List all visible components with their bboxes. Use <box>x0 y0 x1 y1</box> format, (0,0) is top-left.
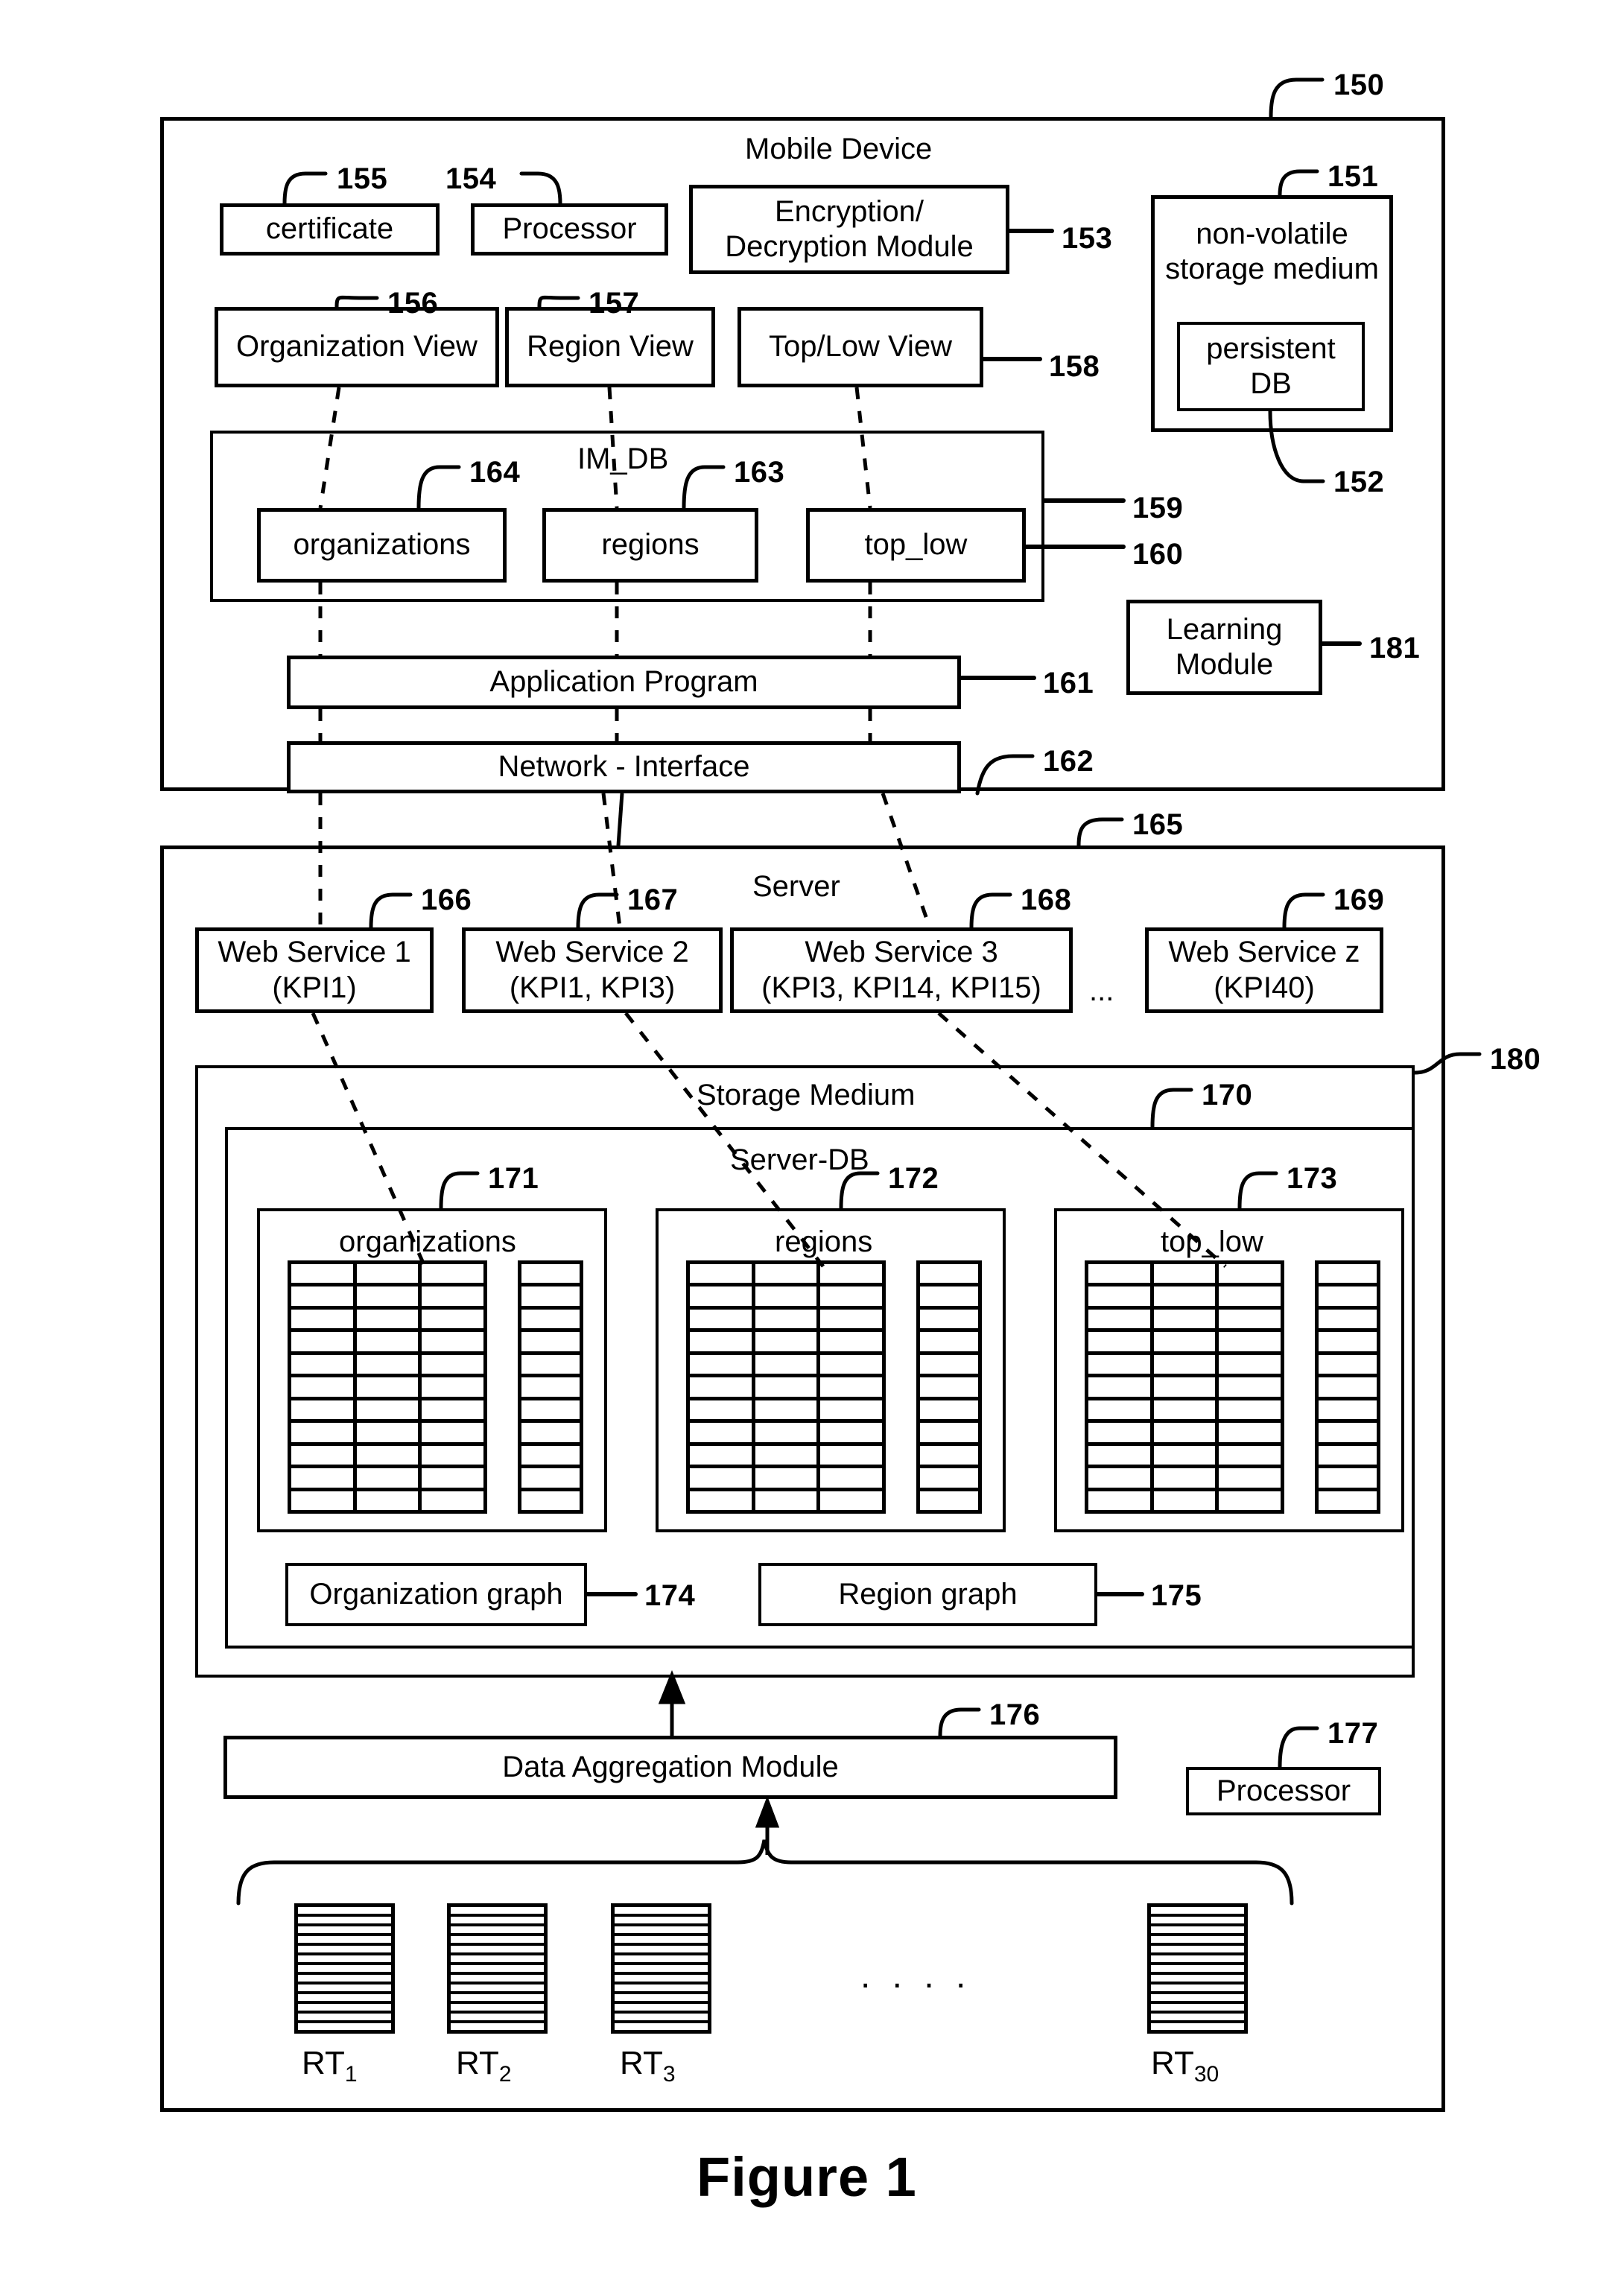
web-service-1-name: Web Service 1 <box>218 936 411 969</box>
rt-unit-2-label: RT2 <box>456 2045 512 2087</box>
ref-159: 159 <box>1132 492 1184 524</box>
ref-174: 174 <box>644 1579 696 1612</box>
ref-175: 175 <box>1151 1579 1202 1612</box>
web-services-ellipsis: ... <box>1089 974 1114 1007</box>
mobile-processor-box: Processor <box>471 203 668 256</box>
rt-unit-2 <box>447 1903 548 2034</box>
encryption-line-1: Encryption/ <box>774 194 924 228</box>
rt-unit-3-label: RT3 <box>620 2045 676 2087</box>
server-processor-box: Processor <box>1186 1767 1381 1815</box>
ref-164: 164 <box>469 456 521 489</box>
im-table-toplow: top_low <box>806 508 1026 583</box>
ref-171: 171 <box>488 1162 539 1195</box>
ref-172: 172 <box>888 1162 939 1195</box>
web-service-z-box[interactable]: Web Service z (KPI40) <box>1145 927 1383 1013</box>
ref-150: 150 <box>1333 69 1385 101</box>
rt-unit-3 <box>611 1903 711 2034</box>
server-title: Server <box>752 870 840 903</box>
ref-181: 181 <box>1369 632 1421 664</box>
rt-unit-30 <box>1147 1903 1248 2034</box>
web-service-3-box[interactable]: Web Service 3 (KPI3, KPI14, KPI15) <box>730 927 1073 1013</box>
learning-module-line-2: Module <box>1175 648 1274 681</box>
nonvolatile-line-1: non-volatile <box>1196 218 1348 250</box>
mobile-device-title: Mobile Device <box>745 133 933 165</box>
toplow-view-box[interactable]: Top/Low View <box>738 307 983 387</box>
server-db-regions-label: regions <box>775 1225 873 1258</box>
ref-166: 166 <box>421 883 472 916</box>
certificate-box: certificate <box>220 203 440 256</box>
ref-167: 167 <box>627 883 679 916</box>
rt-unit-1 <box>294 1903 395 2034</box>
web-service-1-kpis: (KPI1) <box>272 971 357 1004</box>
server-db-organizations-label: organizations <box>339 1225 516 1258</box>
regions-grid <box>686 1260 886 1514</box>
ref-162: 162 <box>1043 745 1094 778</box>
ref-170: 170 <box>1202 1079 1253 1111</box>
im-table-organizations: organizations <box>257 508 507 583</box>
ref-165: 165 <box>1132 808 1184 841</box>
im-db-title: IM_DB <box>577 442 669 475</box>
ref-163: 163 <box>734 456 785 489</box>
web-service-2-kpis: (KPI1, KPI3) <box>509 971 676 1004</box>
ref-177: 177 <box>1328 1717 1379 1750</box>
learning-module-line-1: Learning <box>1166 612 1283 646</box>
ref-156: 156 <box>387 287 439 320</box>
ref-173: 173 <box>1287 1162 1338 1195</box>
ref-161: 161 <box>1043 667 1094 699</box>
server-db-toplow-label: top_low <box>1161 1225 1263 1258</box>
toplow-grid <box>1085 1260 1284 1514</box>
netif-to-server-line <box>616 793 624 846</box>
ref-152: 152 <box>1333 466 1385 498</box>
data-aggregation-module-box: Data Aggregation Module <box>223 1736 1117 1799</box>
leader-150 <box>1269 77 1325 119</box>
leader-165 <box>1076 817 1124 848</box>
storage-medium-title: Storage Medium <box>697 1079 916 1111</box>
rt-unit-1-label: RT1 <box>302 2045 358 2087</box>
web-service-2-name: Web Service 2 <box>495 936 689 969</box>
ref-157: 157 <box>589 287 640 320</box>
region-graph-box: Region graph <box>758 1563 1097 1626</box>
organizations-grid <box>288 1260 487 1514</box>
web-service-1-box[interactable]: Web Service 1 (KPI1) <box>195 927 434 1013</box>
encryption-decryption-module-box: Encryption/ Decryption Module <box>689 185 1009 274</box>
ref-169: 169 <box>1333 883 1385 916</box>
server-db-title: Server-DB <box>730 1143 869 1176</box>
web-service-3-kpis: (KPI3, KPI14, KPI15) <box>761 971 1041 1004</box>
persistent-db-line-2: DB <box>1250 367 1292 400</box>
ref-154: 154 <box>445 162 497 195</box>
web-service-z-name: Web Service z <box>1168 936 1360 969</box>
ref-176: 176 <box>989 1698 1041 1731</box>
web-service-z-kpis: (KPI40) <box>1214 971 1315 1004</box>
ref-168: 168 <box>1021 883 1072 916</box>
nonvolatile-line-2: storage medium <box>1165 253 1379 286</box>
rt-unit-30-label: RT30 <box>1151 2045 1219 2087</box>
figure-caption: Figure 1 <box>697 2146 917 2208</box>
ref-151: 151 <box>1328 160 1379 193</box>
rt-ellipsis: . . . . <box>860 1956 972 1996</box>
web-service-2-box[interactable]: Web Service 2 (KPI1, KPI3) <box>462 927 723 1013</box>
application-program-box: Application Program <box>287 656 961 709</box>
organization-view-box[interactable]: Organization View <box>215 307 499 387</box>
network-interface-box: Network - Interface <box>287 741 961 793</box>
organizations-grid-side <box>518 1260 583 1514</box>
im-table-regions: regions <box>542 508 758 583</box>
persistent-db-line-1: persistent <box>1206 331 1336 365</box>
ref-160: 160 <box>1132 538 1184 571</box>
ref-180: 180 <box>1490 1043 1541 1076</box>
persistent-db-box: persistent DB <box>1177 322 1365 411</box>
patent-figure-1: Mobile Device 150 certificate 155 Proces… <box>0 0 1624 2278</box>
web-service-3-name: Web Service 3 <box>805 936 998 969</box>
organization-graph-box: Organization graph <box>285 1563 587 1626</box>
ref-155: 155 <box>337 162 388 195</box>
learning-module-box: Learning Module <box>1126 600 1322 695</box>
toplow-grid-side <box>1315 1260 1380 1514</box>
regions-grid-side <box>916 1260 982 1514</box>
ref-158: 158 <box>1049 350 1100 383</box>
encryption-line-2: Decryption Module <box>725 230 974 263</box>
ref-153: 153 <box>1062 222 1113 255</box>
